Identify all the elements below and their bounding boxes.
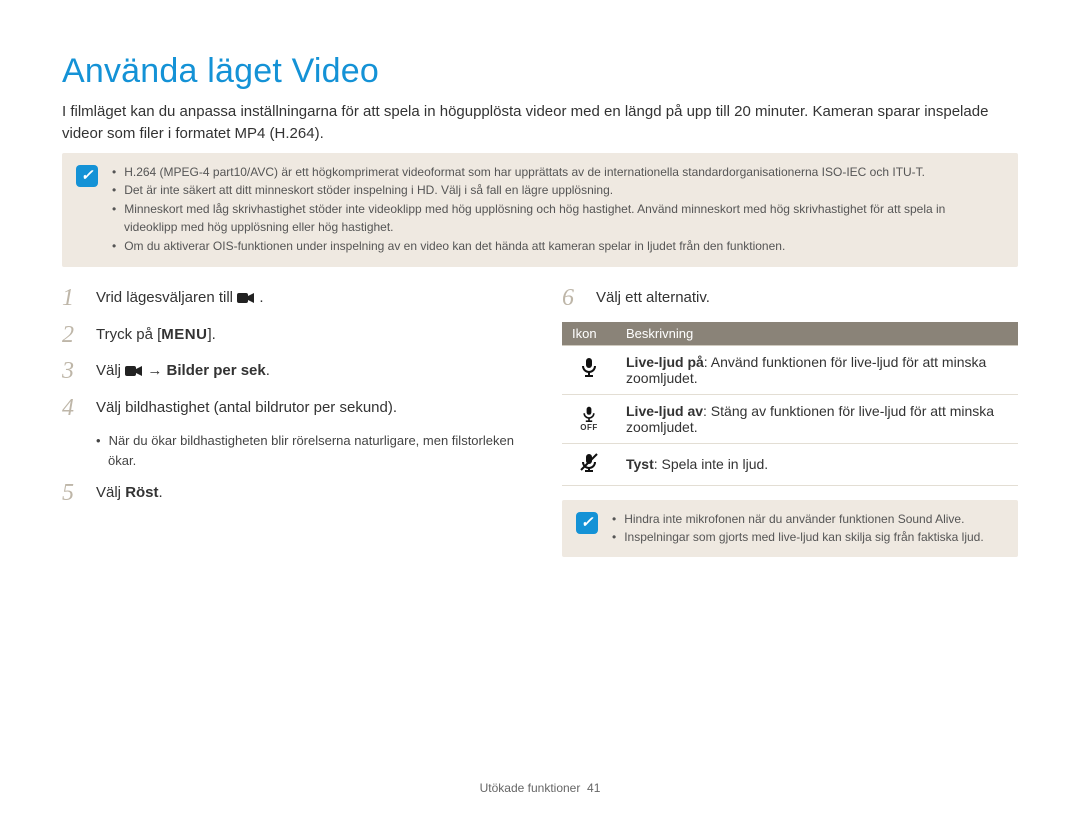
step-2-suf: ].	[207, 326, 215, 343]
note-box-top: ✓ H.264 (MPEG-4 part10/AVC) är ett högko…	[62, 153, 1018, 268]
step-2-pre: Tryck på [	[96, 326, 161, 343]
step-5: 5 Välj Röst.	[62, 480, 522, 506]
table-cell-desc: Live-ljud av: Stäng av funktionen för li…	[616, 394, 1018, 443]
step-5-suf: .	[159, 484, 163, 501]
step-6: 6 Välj ett alternativ.	[562, 285, 1018, 311]
note-icon: ✓	[576, 512, 598, 534]
step-number: 4	[62, 395, 80, 421]
step-3: 3 Välj → Bilder per sek.	[62, 358, 522, 384]
step-5-bold: Röst	[125, 484, 158, 501]
microphone-on-icon	[562, 345, 616, 394]
step-2: 2 Tryck på [MENU].	[62, 322, 522, 348]
row-bold: Tyst	[626, 456, 654, 472]
options-table: Ikon Beskrivning Live-ljud på: Använd fu…	[562, 322, 1018, 486]
step-1-pre: Vrid lägesväljaren till	[96, 289, 237, 306]
step-5-pre: Välj	[96, 484, 125, 501]
note-item: Det är inte säkert att ditt minneskort s…	[112, 181, 1002, 200]
step-1: 1 Vrid lägesväljaren till .	[62, 285, 522, 311]
step-3-pre: Välj	[96, 362, 125, 379]
page-title: Använda läget Video	[62, 52, 1018, 91]
step-3-suf: .	[266, 362, 270, 379]
row-bold: Live-ljud på	[626, 354, 704, 370]
note-box-bottom: ✓ Hindra inte mikrofonen när du använder…	[562, 500, 1018, 557]
row-text: : Spela inte in ljud.	[654, 456, 768, 472]
video-camera-icon	[125, 364, 143, 378]
table-row: OFF Live-ljud av: Stäng av funktionen fö…	[562, 394, 1018, 443]
right-column: 6 Välj ett alternativ. Ikon Beskrivning	[562, 285, 1018, 575]
table-cell-desc: Tyst: Spela inte in ljud.	[616, 443, 1018, 485]
step-1-suf: .	[259, 289, 263, 306]
step-4-sublist: När du ökar bildhastigheten blir rörelse…	[62, 431, 522, 470]
table-header-desc: Beskrivning	[616, 322, 1018, 346]
step-number: 1	[62, 285, 80, 311]
two-column-layout: 1 Vrid lägesväljaren till . 2 Tryck på […	[62, 285, 1018, 575]
step-number: 5	[62, 480, 80, 506]
step-4-sub-item: När du ökar bildhastigheten blir rörelse…	[96, 431, 522, 470]
manual-page: Använda läget Video I filmläget kan du a…	[0, 0, 1080, 815]
intro-paragraph: I filmläget kan du anpassa inställningar…	[62, 101, 1018, 145]
table-row: Tyst: Spela inte in ljud.	[562, 443, 1018, 485]
step-6-text: Välj ett alternativ.	[596, 285, 710, 310]
note-item: Inspelningar som gjorts med live-ljud ka…	[612, 528, 984, 547]
note-icon: ✓	[76, 165, 98, 187]
footer-page-number: 41	[587, 781, 600, 795]
table-header-row: Ikon Beskrivning	[562, 322, 1018, 346]
arrow: →	[147, 362, 166, 379]
table-row: Live-ljud på: Använd funktionen för live…	[562, 345, 1018, 394]
footer-section: Utökade funktioner	[480, 781, 581, 795]
note-item: H.264 (MPEG-4 part10/AVC) är ett högkomp…	[112, 163, 1002, 182]
step-5-text: Välj Röst.	[96, 480, 163, 505]
step-2-text: Tryck på [MENU].	[96, 322, 216, 347]
note-list-bottom: Hindra inte mikrofonen när du använder f…	[612, 510, 984, 547]
step-number: 3	[62, 358, 80, 384]
table-header-icon: Ikon	[562, 322, 616, 346]
video-camera-icon	[237, 291, 255, 305]
menu-key: MENU	[161, 326, 207, 343]
microphone-mute-icon	[562, 443, 616, 485]
step-4: 4 Välj bildhastighet (antal bildrutor pe…	[62, 395, 522, 421]
step-3-bold: Bilder per sek	[167, 362, 266, 379]
step-3-text: Välj → Bilder per sek.	[96, 358, 270, 383]
step-4-text: Välj bildhastighet (antal bildrutor per …	[96, 395, 397, 420]
step-number: 6	[562, 285, 580, 311]
note-list-top: H.264 (MPEG-4 part10/AVC) är ett högkomp…	[112, 163, 1002, 256]
note-item: Om du aktiverar OIS-funktionen under ins…	[112, 237, 1002, 256]
step-1-text: Vrid lägesväljaren till .	[96, 285, 264, 310]
microphone-off-icon: OFF	[562, 394, 616, 443]
step-number: 2	[62, 322, 80, 348]
note-item: Minneskort med låg skrivhastighet stöder…	[112, 200, 1002, 237]
table-cell-desc: Live-ljud på: Använd funktionen för live…	[616, 345, 1018, 394]
page-footer: Utökade funktioner 41	[0, 781, 1080, 795]
left-column: 1 Vrid lägesväljaren till . 2 Tryck på […	[62, 285, 522, 575]
note-item: Hindra inte mikrofonen när du använder f…	[612, 510, 984, 529]
row-bold: Live-ljud av	[626, 403, 703, 419]
